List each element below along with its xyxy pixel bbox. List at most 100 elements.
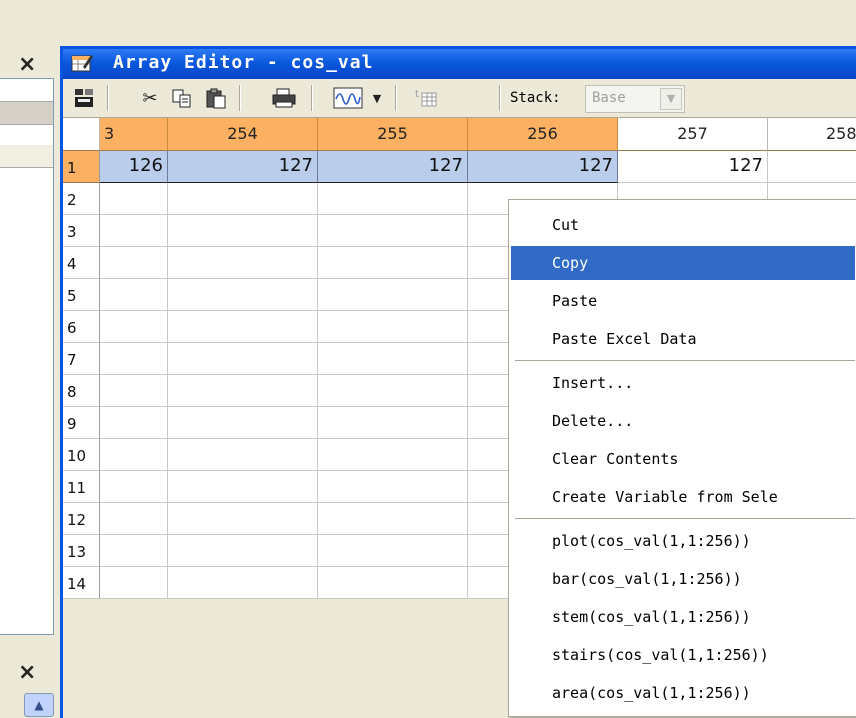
row-header[interactable]: 5: [63, 279, 100, 311]
menu-item-insert[interactable]: Insert...: [511, 366, 855, 400]
left-close-icon-2[interactable]: ×: [18, 660, 36, 685]
context-menu: Cut Copy Paste Paste Excel Data Insert..…: [508, 199, 856, 717]
menu-item-clear-contents[interactable]: Clear Contents: [511, 442, 855, 476]
grid-cell[interactable]: [168, 375, 318, 407]
grid-cell[interactable]: [168, 535, 318, 567]
row-header[interactable]: 2: [63, 183, 100, 215]
grid-cell[interactable]: [768, 151, 856, 183]
menu-separator: [515, 360, 855, 361]
grid-cell[interactable]: [100, 375, 168, 407]
column-header[interactable]: 258: [768, 118, 856, 151]
menu-item-stairs[interactable]: stairs(cos_val(1,1:256)): [511, 638, 855, 672]
grid-cell[interactable]: [100, 279, 168, 311]
grid-cell[interactable]: [168, 407, 318, 439]
row-header[interactable]: 8: [63, 375, 100, 407]
grid-cell[interactable]: [318, 279, 468, 311]
copy-icon[interactable]: [169, 85, 195, 111]
grid-cell[interactable]: [318, 311, 468, 343]
menu-item-stem[interactable]: stem(cos_val(1,1:256)): [511, 600, 855, 634]
menu-item-area[interactable]: area(cos_val(1,1:256)): [511, 676, 855, 710]
row-header[interactable]: 13: [63, 535, 100, 567]
toolbar: ✂ ▼ t Stack: Base ▼: [63, 79, 856, 118]
menu-item-plot[interactable]: plot(cos_val(1,1:256)): [511, 524, 855, 558]
grid-cell[interactable]: [168, 311, 318, 343]
grid-corner[interactable]: [63, 118, 100, 151]
dropdown-arrow-icon[interactable]: ▼: [369, 85, 385, 111]
grid-cell[interactable]: [318, 471, 468, 503]
grid-cell[interactable]: [318, 375, 468, 407]
stack-label: Stack:: [510, 90, 561, 106]
menu-item-cut[interactable]: Cut: [511, 208, 855, 242]
left-panel-row: [0, 145, 53, 168]
row-header[interactable]: 3: [63, 215, 100, 247]
menu-item-paste[interactable]: Paste: [511, 284, 855, 318]
row-header[interactable]: 14: [63, 567, 100, 599]
menu-item-paste-excel-data[interactable]: Paste Excel Data: [511, 322, 855, 356]
row-header[interactable]: 11: [63, 471, 100, 503]
grid-cell[interactable]: [318, 247, 468, 279]
grid-cell[interactable]: [100, 407, 168, 439]
title-bar[interactable]: Array Editor - cos_val: [63, 49, 856, 79]
import-data-icon[interactable]: [71, 85, 97, 111]
column-header[interactable]: 3: [100, 118, 168, 151]
grid-cell[interactable]: [168, 343, 318, 375]
grid-cell[interactable]: [100, 535, 168, 567]
print-icon[interactable]: [271, 85, 297, 111]
row-header[interactable]: 6: [63, 311, 100, 343]
grid-cell[interactable]: [318, 439, 468, 471]
menu-item-create-variable[interactable]: Create Variable from Sele: [511, 480, 855, 514]
grid-cell[interactable]: [168, 439, 318, 471]
grid-cell[interactable]: [318, 215, 468, 247]
grid-cell[interactable]: [318, 567, 468, 599]
grid-cell[interactable]: [100, 567, 168, 599]
toolbar-separator: [499, 85, 501, 111]
grid-cell[interactable]: [168, 215, 318, 247]
grid-cell[interactable]: 127: [168, 151, 318, 183]
grid-cell[interactable]: [100, 311, 168, 343]
grid-cell[interactable]: [100, 215, 168, 247]
toolbar-separator: [239, 85, 241, 111]
grid-cell[interactable]: [318, 503, 468, 535]
insert-column-icon[interactable]: t: [413, 85, 439, 111]
menu-item-delete[interactable]: Delete...: [511, 404, 855, 438]
grid-cell[interactable]: 126: [100, 151, 168, 183]
row-header[interactable]: 1: [63, 151, 100, 183]
row-header[interactable]: 10: [63, 439, 100, 471]
plot-selection-icon[interactable]: [331, 85, 365, 111]
grid-cell[interactable]: [168, 567, 318, 599]
column-header[interactable]: 255: [318, 118, 468, 151]
row-header[interactable]: 4: [63, 247, 100, 279]
column-header[interactable]: 256: [468, 118, 618, 151]
grid-cell[interactable]: [100, 183, 168, 215]
column-header[interactable]: 257: [618, 118, 768, 151]
grid-cell[interactable]: [318, 343, 468, 375]
grid-cell[interactable]: [100, 247, 168, 279]
paste-icon[interactable]: [203, 85, 229, 111]
chevron-down-icon[interactable]: ▼: [660, 88, 682, 110]
left-close-icon[interactable]: ×: [18, 52, 36, 77]
grid-cell[interactable]: [168, 503, 318, 535]
cut-icon[interactable]: ✂: [137, 85, 163, 111]
grid-cell[interactable]: 127: [468, 151, 618, 183]
menu-item-copy[interactable]: Copy: [511, 246, 855, 280]
grid-cell[interactable]: [168, 471, 318, 503]
grid-cell[interactable]: [100, 503, 168, 535]
grid-cell[interactable]: [168, 279, 318, 311]
grid-cell[interactable]: [318, 407, 468, 439]
grid-cell[interactable]: [318, 535, 468, 567]
grid-cell[interactable]: 127: [318, 151, 468, 183]
grid-cell[interactable]: [168, 183, 318, 215]
scroll-up-icon[interactable]: ▲: [24, 693, 54, 717]
grid-cell[interactable]: [318, 183, 468, 215]
row-header[interactable]: 9: [63, 407, 100, 439]
grid-cell[interactable]: [100, 471, 168, 503]
grid-cell[interactable]: [100, 439, 168, 471]
row-header[interactable]: 12: [63, 503, 100, 535]
grid-cell[interactable]: [168, 247, 318, 279]
grid-cell[interactable]: [100, 343, 168, 375]
stack-select[interactable]: Base ▼: [585, 85, 685, 113]
row-header[interactable]: 7: [63, 343, 100, 375]
column-header[interactable]: 254: [168, 118, 318, 151]
menu-item-bar[interactable]: bar(cos_val(1,1:256)): [511, 562, 855, 596]
grid-cell[interactable]: 127: [618, 151, 768, 183]
